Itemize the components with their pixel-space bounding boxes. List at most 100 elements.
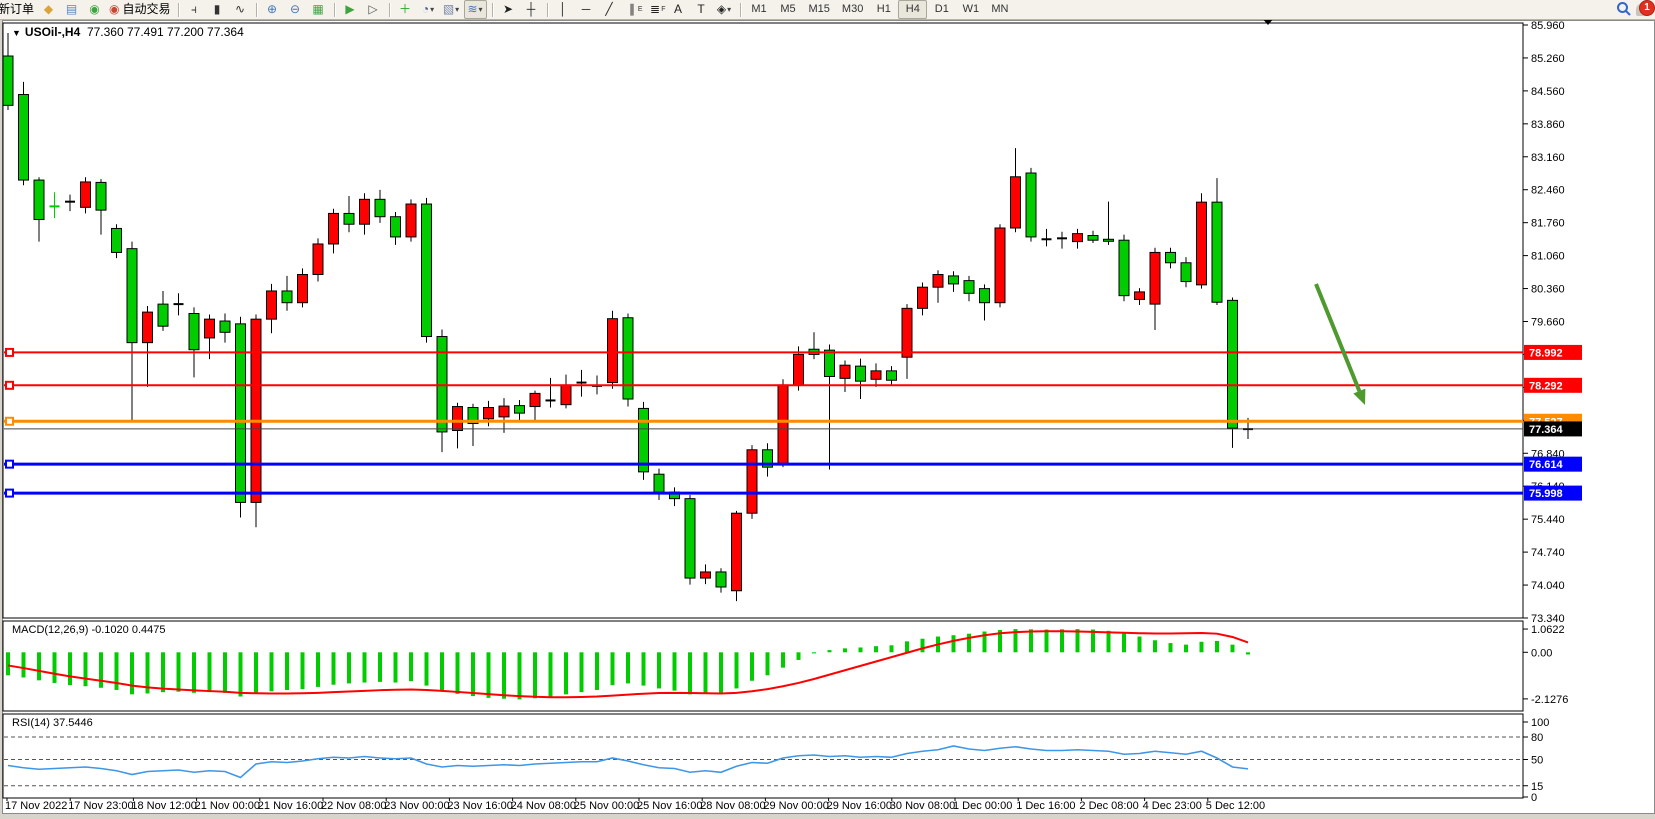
trendline-button[interactable]: ╱ <box>599 1 620 18</box>
template-glyph: ▧ <box>443 1 454 18</box>
vertical-line-glyph: │ <box>559 1 567 18</box>
timeframe-m5[interactable]: M5 <box>774 0 803 19</box>
line-handle[interactable] <box>6 382 13 389</box>
bar-chart-icon[interactable]: ⫞ <box>184 1 205 18</box>
candle <box>1228 300 1238 428</box>
candle <box>96 182 106 210</box>
label-button[interactable]: T <box>691 1 712 18</box>
price-tick-label: 84.560 <box>1531 86 1565 98</box>
search-icon[interactable] <box>1616 1 1632 17</box>
candle <box>437 337 447 432</box>
candle-chart-icon[interactable]: ▮ <box>207 1 228 18</box>
line-handle[interactable] <box>6 349 13 356</box>
price-tick-label: 80.360 <box>1531 284 1565 296</box>
time-label: 21 Nov 16:00 <box>258 800 323 812</box>
candle <box>1073 234 1083 242</box>
candle <box>344 213 354 224</box>
toolbar-separator <box>256 3 257 17</box>
tile-windows-icon-glyph: ▦ <box>312 1 323 18</box>
funds-icon[interactable]: ◆ <box>38 1 59 18</box>
shapes-dropdown[interactable]: ◈▾ <box>714 1 735 18</box>
candle <box>995 228 1005 303</box>
template-button[interactable]: ▧▾ <box>441 1 462 18</box>
timeframe-m1[interactable]: M1 <box>745 0 774 19</box>
rsi-tick-label: 15 <box>1531 781 1543 793</box>
toolbar-right: 1 <box>1616 1 1651 17</box>
price-line-badge-label: 75.998 <box>1529 488 1563 500</box>
toolbar-separator <box>334 3 335 17</box>
macd-tick-label: 0.00 <box>1531 647 1552 659</box>
candle <box>1119 240 1129 295</box>
add-indicator-button[interactable]: ＋ <box>395 1 416 18</box>
candle <box>251 319 261 502</box>
candle <box>360 199 370 224</box>
shapes-dropdown-glyph: ◈ <box>717 1 726 18</box>
auto-scroll-button[interactable]: ▶ <box>340 1 361 18</box>
line-chart-icon-glyph: ∿ <box>235 1 245 18</box>
candle <box>406 204 416 237</box>
candle <box>608 319 618 383</box>
timeframe-mn[interactable]: MN <box>985 0 1014 19</box>
timeframe-m30[interactable]: M30 <box>836 0 869 19</box>
time-label: 4 Dec 23:00 <box>1143 800 1202 812</box>
timeframe-d1[interactable]: D1 <box>927 0 956 19</box>
candle <box>1026 173 1036 237</box>
macd-tick-label: 1.0622 <box>1531 624 1565 636</box>
candle <box>375 199 385 216</box>
horizontal-line-button[interactable]: ─ <box>576 1 597 18</box>
price-tick-label: 83.860 <box>1531 119 1565 131</box>
candle <box>825 350 835 376</box>
candle <box>918 287 928 308</box>
price-tick-label: 75.440 <box>1531 514 1565 526</box>
zoom-out-button[interactable]: ⊖ <box>285 1 306 18</box>
signal-icon[interactable]: ◉ <box>84 1 105 18</box>
price-tick-label: 74.740 <box>1531 547 1565 559</box>
indicator-window-glyph: ≋ <box>467 1 477 18</box>
timeframe-h1[interactable]: H1 <box>869 0 898 19</box>
timeframe-m15[interactable]: M15 <box>803 0 836 19</box>
horizontal-line-glyph: ─ <box>582 1 591 18</box>
auto-trading-button[interactable]: ◉自动交易 <box>107 1 173 18</box>
crosshair-button[interactable]: ┼ <box>521 1 542 18</box>
cursor-glyph: ➤ <box>503 1 513 18</box>
line-handle[interactable] <box>6 461 13 468</box>
cursor-button[interactable]: ➤ <box>498 1 519 18</box>
time-label: 29 Nov 16:00 <box>827 800 892 812</box>
new-order-button[interactable]: 新订单 <box>0 1 36 18</box>
candle <box>205 319 215 338</box>
tile-windows-icon[interactable]: ▦ <box>308 1 329 18</box>
zoom-in-button[interactable]: ⊕ <box>262 1 283 18</box>
toolbar-separator <box>178 3 179 17</box>
notification-bubble-icon[interactable]: 1 <box>1636 3 1651 16</box>
chart-canvas[interactable]: 85.96085.26084.56083.86083.16082.46081.7… <box>0 0 1655 819</box>
reports-icon[interactable]: ▤ <box>61 1 82 18</box>
period-button[interactable]: ◔▾ <box>418 1 439 18</box>
timeframe-h4[interactable]: H4 <box>898 0 927 19</box>
toolbar-separator <box>492 3 493 17</box>
rsi-tick-label: 50 <box>1531 755 1543 767</box>
line-handle[interactable] <box>6 490 13 497</box>
candle <box>701 572 711 578</box>
price-tick-label: 82.460 <box>1531 185 1565 197</box>
line-chart-icon[interactable]: ∿ <box>230 1 251 18</box>
channel-button[interactable]: ∥E <box>622 1 643 18</box>
chart-shift-button[interactable]: ▷ <box>363 1 384 18</box>
candle <box>282 291 292 303</box>
candle <box>422 204 432 337</box>
candle <box>127 249 137 343</box>
timeframe-w1[interactable]: W1 <box>956 0 985 19</box>
line-handle[interactable] <box>6 418 13 425</box>
fibonacci-button[interactable]: ≣F <box>645 1 666 18</box>
indicator-window-button[interactable]: ≋▾ <box>464 0 487 19</box>
candle <box>453 407 463 431</box>
candle <box>236 324 246 503</box>
notification-badge[interactable]: 1 <box>1639 0 1655 16</box>
candle <box>856 366 866 381</box>
time-label: 21 Nov 00:00 <box>195 800 260 812</box>
toolbar-separator <box>740 3 741 17</box>
text-button[interactable]: A <box>668 1 689 18</box>
price-tick-label: 85.260 <box>1531 53 1565 65</box>
price-tick-label: 81.060 <box>1531 251 1565 263</box>
rsi-tick-label: 0 <box>1531 792 1537 804</box>
vertical-line-button[interactable]: │ <box>553 1 574 18</box>
